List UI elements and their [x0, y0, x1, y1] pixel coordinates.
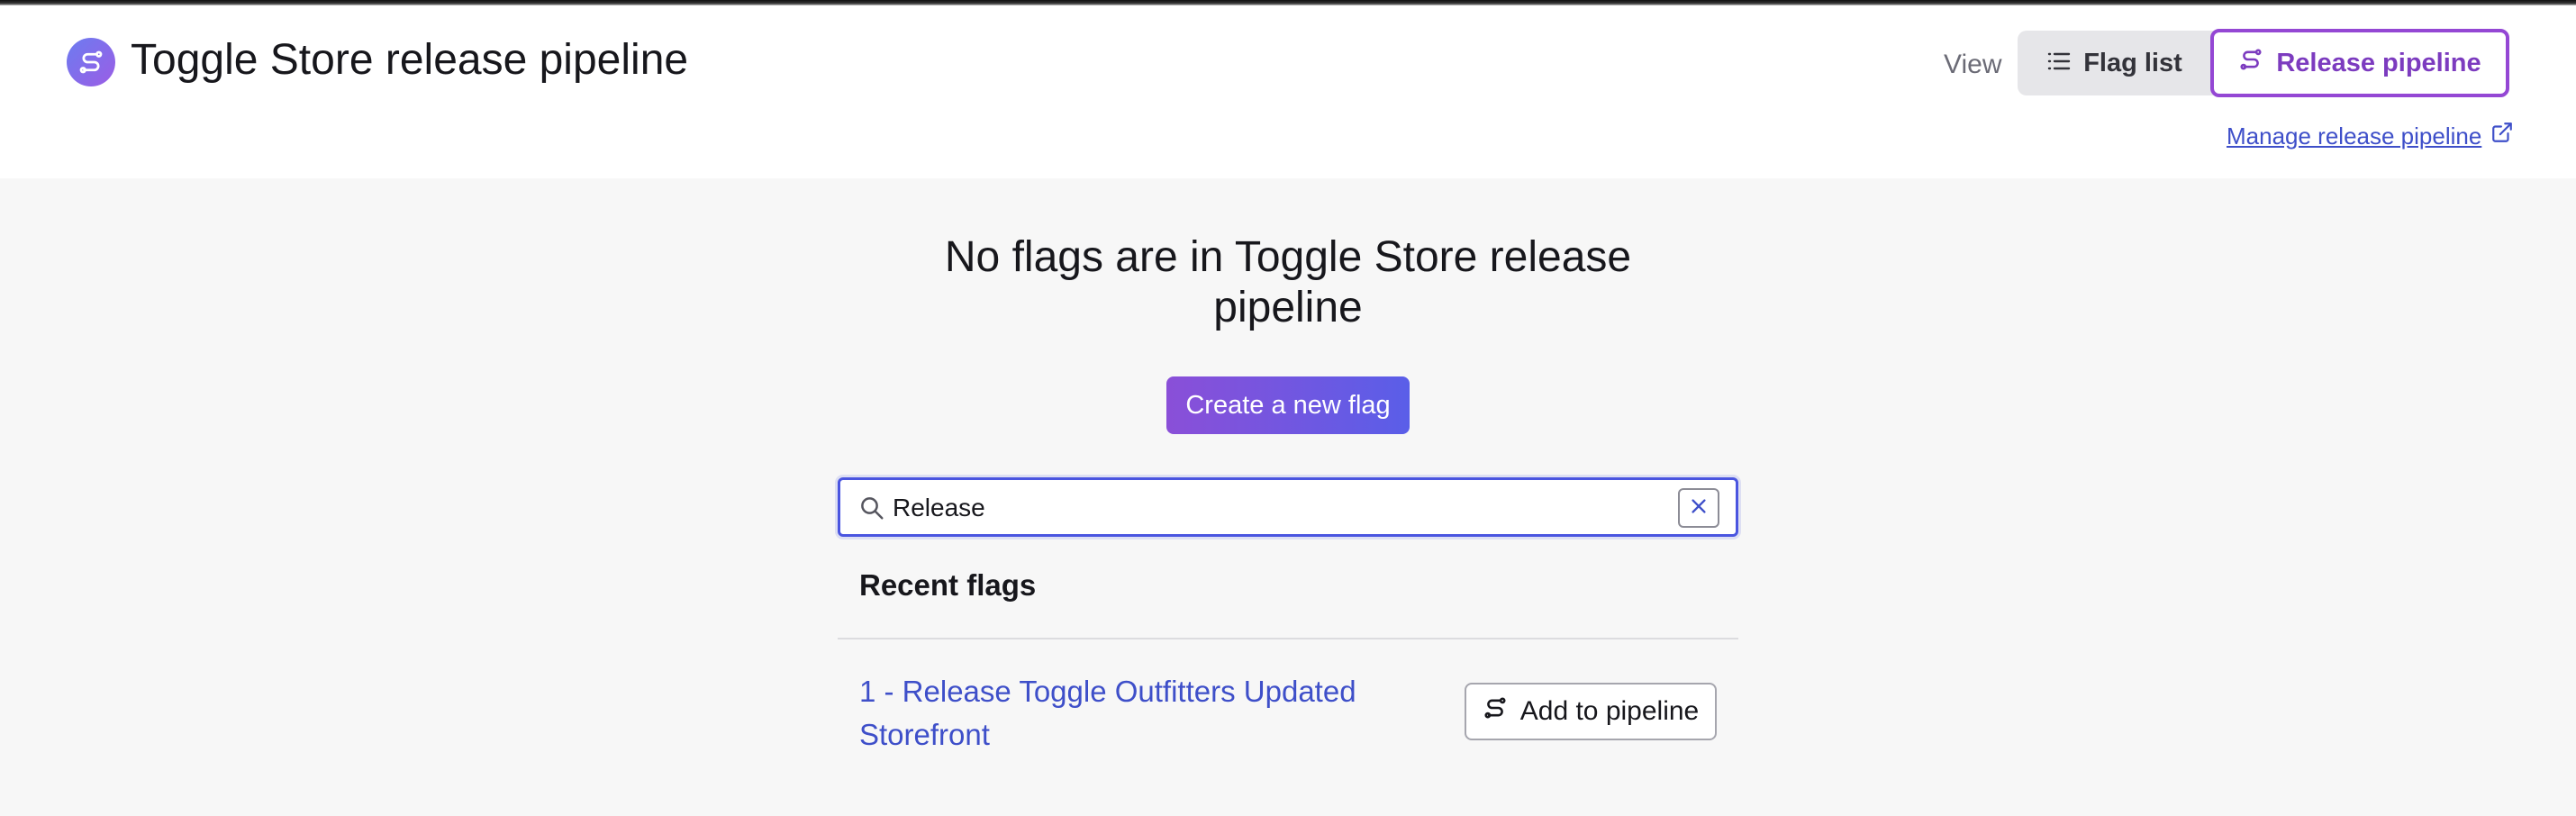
clear-search-button[interactable]: [1678, 488, 1719, 528]
search-input[interactable]: [893, 487, 1667, 529]
view-toggle: Flag list Release pipeline: [2018, 29, 2509, 97]
flag-list-view-button[interactable]: Flag list: [2018, 31, 2212, 95]
view-label: View: [1944, 50, 2002, 79]
search-box: [838, 477, 1738, 537]
page-header: Toggle Store release pipeline View Flag …: [0, 5, 2576, 178]
pipeline-icon: [67, 38, 115, 86]
release-pipeline-view-label: Release pipeline: [2276, 48, 2481, 77]
release-pipeline-view-button[interactable]: Release pipeline: [2210, 29, 2509, 97]
add-to-pipeline-label: Add to pipeline: [1519, 696, 1700, 726]
manage-release-pipeline-link[interactable]: Manage release pipeline: [2227, 121, 2514, 150]
external-link-icon: [2490, 121, 2514, 150]
main-content: No flags are in Toggle Store release pip…: [0, 178, 2576, 816]
pipeline-icon: [2238, 47, 2263, 79]
recent-flag-link[interactable]: 1 - Release Toggle Outfitters Updated St…: [859, 670, 1418, 757]
create-new-flag-button[interactable]: Create a new flag: [1166, 376, 1410, 434]
divider: [838, 638, 1738, 639]
empty-state-heading: No flags are in Toggle Store release pip…: [944, 233, 1632, 331]
list-icon: [2047, 49, 2071, 78]
add-to-pipeline-button[interactable]: Add to pipeline: [1465, 683, 1717, 740]
recent-flags-heading: Recent flags: [859, 568, 1037, 602]
search-icon: [858, 494, 885, 521]
flag-list-view-label: Flag list: [2083, 48, 2182, 77]
close-icon: [1689, 496, 1709, 521]
pipeline-icon: [1483, 695, 1508, 728]
manage-release-pipeline-label: Manage release pipeline: [2227, 122, 2482, 150]
page-title: Toggle Store release pipeline: [131, 36, 689, 84]
